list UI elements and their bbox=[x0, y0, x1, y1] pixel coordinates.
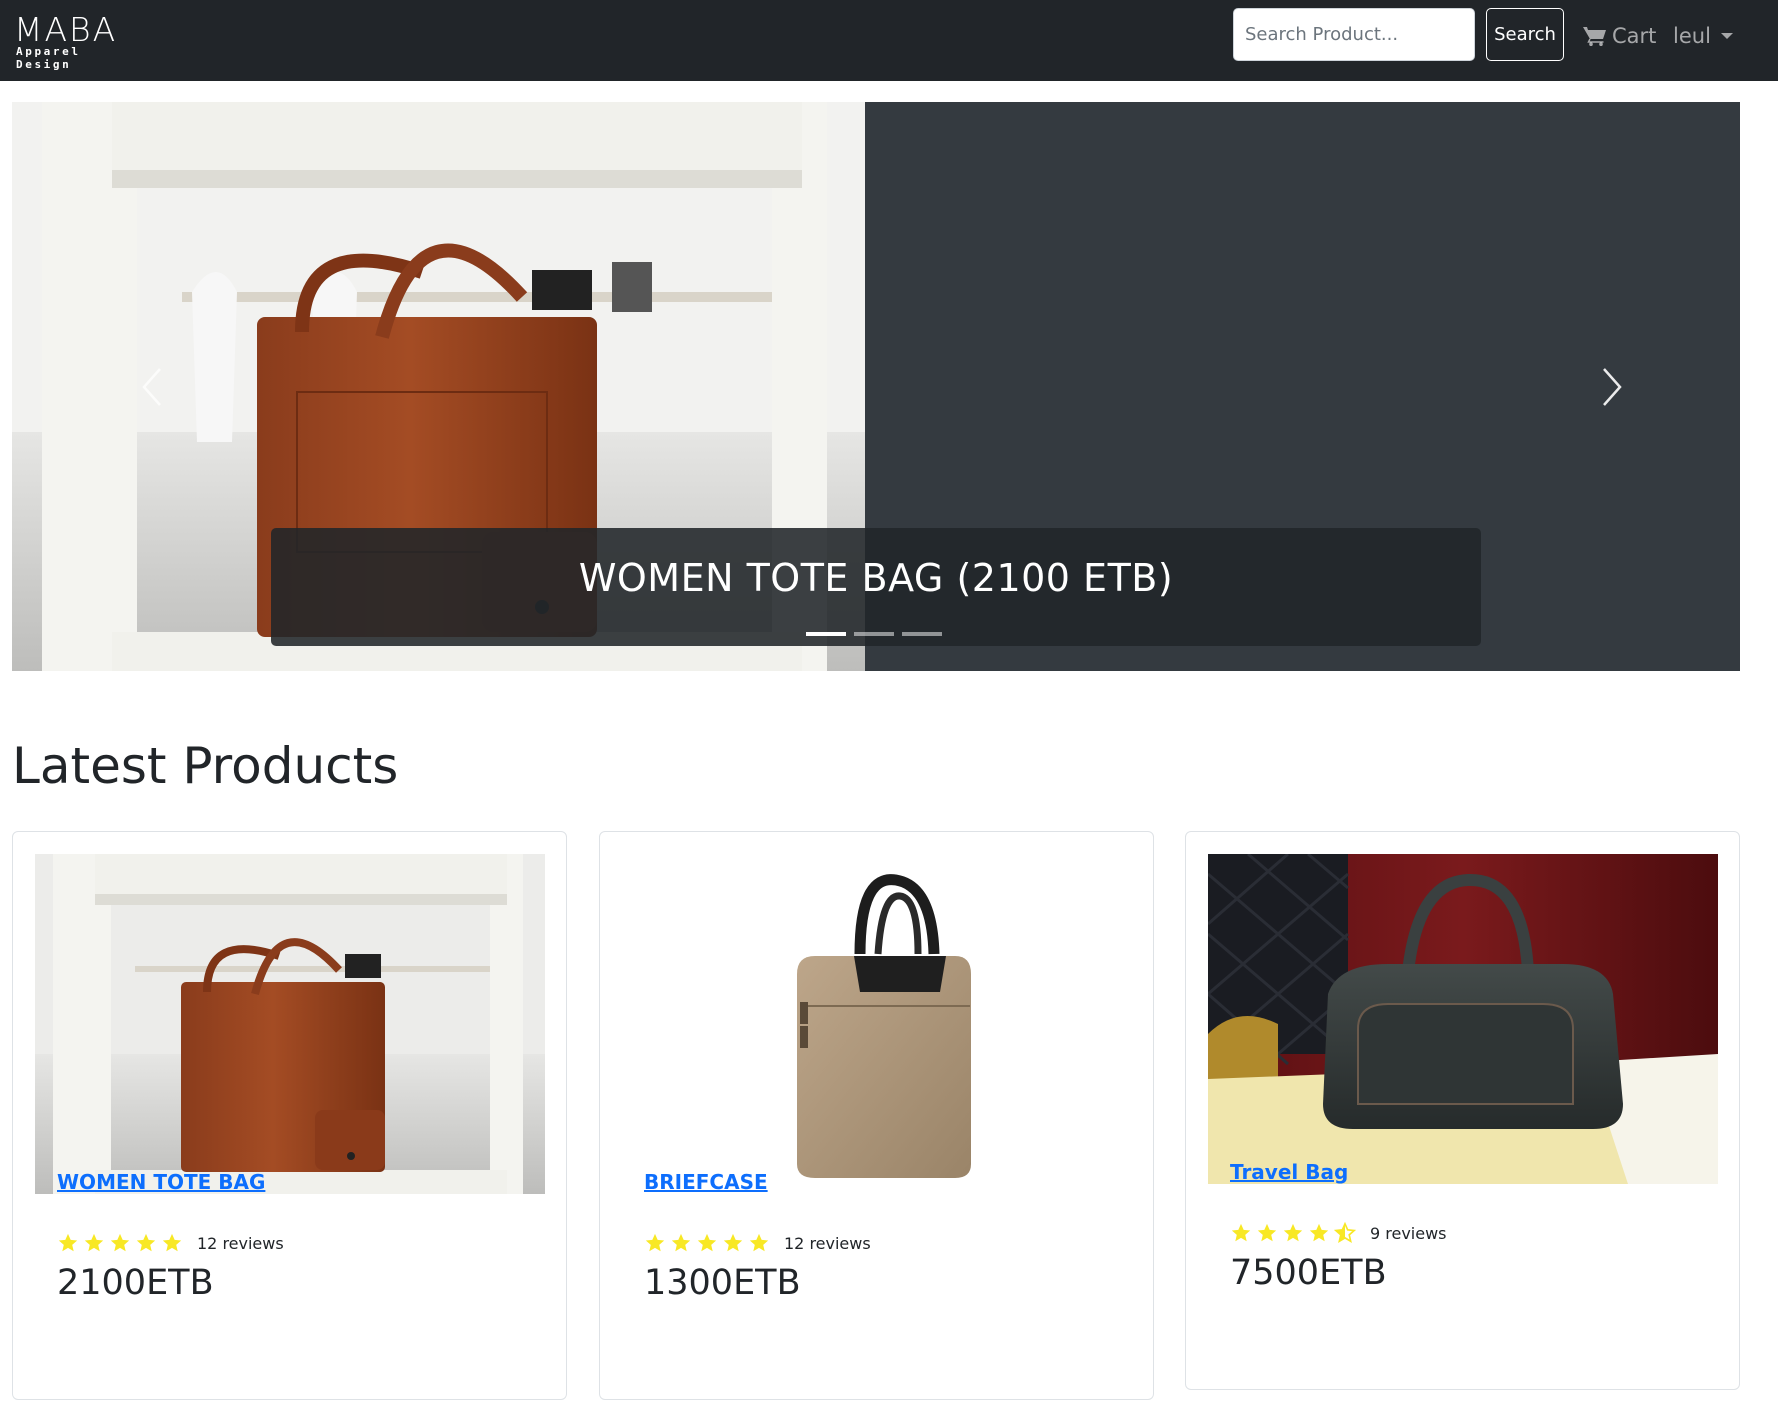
caret-down-icon bbox=[1720, 33, 1733, 39]
cart-icon bbox=[1583, 27, 1606, 46]
brand-name: MABA bbox=[14, 10, 118, 49]
star-full-icon bbox=[1309, 1223, 1329, 1242]
product-rating: 12 reviews bbox=[57, 1232, 284, 1254]
star-full-icon bbox=[58, 1233, 78, 1252]
carousel-indicators bbox=[12, 632, 1738, 636]
product-price: 1300ETB bbox=[644, 1263, 801, 1303]
star-full-icon bbox=[671, 1233, 691, 1252]
product-carousel: WOMEN TOTE BAG (2100 ETB) bbox=[12, 102, 1740, 671]
section-title: Latest Products bbox=[12, 737, 399, 795]
star-full-icon bbox=[1257, 1223, 1277, 1242]
search-input[interactable] bbox=[1233, 8, 1475, 61]
brand-logo[interactable]: MABA Apparel Design bbox=[14, 10, 144, 71]
product-link[interactable]: BRIEFCASE bbox=[644, 1170, 768, 1194]
star-half-icon bbox=[1334, 1222, 1356, 1243]
star-rating bbox=[57, 1232, 183, 1254]
chevron-left-icon bbox=[142, 368, 161, 406]
carousel-caption-text: WOMEN TOTE BAG (2100 ETB) bbox=[578, 556, 1174, 600]
product-image-travel-bag[interactable] bbox=[1208, 854, 1718, 1184]
product-link[interactable]: Travel Bag bbox=[1230, 1160, 1348, 1184]
review-count: 9 reviews bbox=[1370, 1223, 1447, 1243]
product-rating: 12 reviews bbox=[644, 1232, 871, 1254]
star-full-icon bbox=[1231, 1223, 1251, 1242]
navbar: MABA Apparel Design Search Cart leul bbox=[0, 0, 1778, 81]
review-count: 12 reviews bbox=[784, 1233, 871, 1253]
carousel-caption: WOMEN TOTE BAG (2100 ETB) bbox=[271, 528, 1481, 646]
star-full-icon bbox=[723, 1233, 743, 1252]
cart-link[interactable]: Cart bbox=[1583, 20, 1656, 52]
chevron-right-icon bbox=[1603, 368, 1622, 406]
star-full-icon bbox=[84, 1233, 104, 1252]
carousel-next-button[interactable] bbox=[1582, 357, 1642, 417]
star-rating bbox=[644, 1232, 770, 1254]
product-card: WOMEN TOTE BAG 12 reviews 2100ETB bbox=[12, 831, 567, 1400]
star-full-icon bbox=[136, 1233, 156, 1252]
product-image-briefcase[interactable] bbox=[622, 854, 1132, 1194]
brand-tagline: Apparel Design bbox=[16, 45, 81, 71]
user-menu-dropdown[interactable]: leul bbox=[1673, 20, 1733, 52]
carousel-indicator[interactable] bbox=[902, 632, 942, 636]
star-full-icon bbox=[1283, 1223, 1303, 1242]
carousel-indicator[interactable] bbox=[806, 632, 846, 636]
product-price: 7500ETB bbox=[1230, 1253, 1387, 1293]
user-name: leul bbox=[1673, 24, 1711, 48]
product-image-tote-bag[interactable] bbox=[35, 854, 545, 1194]
star-full-icon bbox=[162, 1233, 182, 1252]
product-rating: 9 reviews bbox=[1230, 1222, 1447, 1244]
star-full-icon bbox=[645, 1233, 665, 1252]
cart-label: Cart bbox=[1612, 24, 1657, 48]
star-full-icon bbox=[697, 1233, 717, 1252]
review-count: 12 reviews bbox=[197, 1233, 284, 1253]
star-rating bbox=[1230, 1222, 1356, 1244]
star-full-icon bbox=[749, 1233, 769, 1252]
carousel-prev-button[interactable] bbox=[122, 357, 182, 417]
star-full-icon bbox=[110, 1233, 130, 1252]
product-price: 2100ETB bbox=[57, 1263, 214, 1303]
product-card: Travel Bag 9 reviews 7500ETB bbox=[1185, 831, 1740, 1390]
product-link[interactable]: WOMEN TOTE BAG bbox=[57, 1170, 265, 1194]
search-button[interactable]: Search bbox=[1486, 8, 1564, 61]
carousel-indicator[interactable] bbox=[854, 632, 894, 636]
product-card: BRIEFCASE 12 reviews 1300ETB bbox=[599, 831, 1154, 1400]
